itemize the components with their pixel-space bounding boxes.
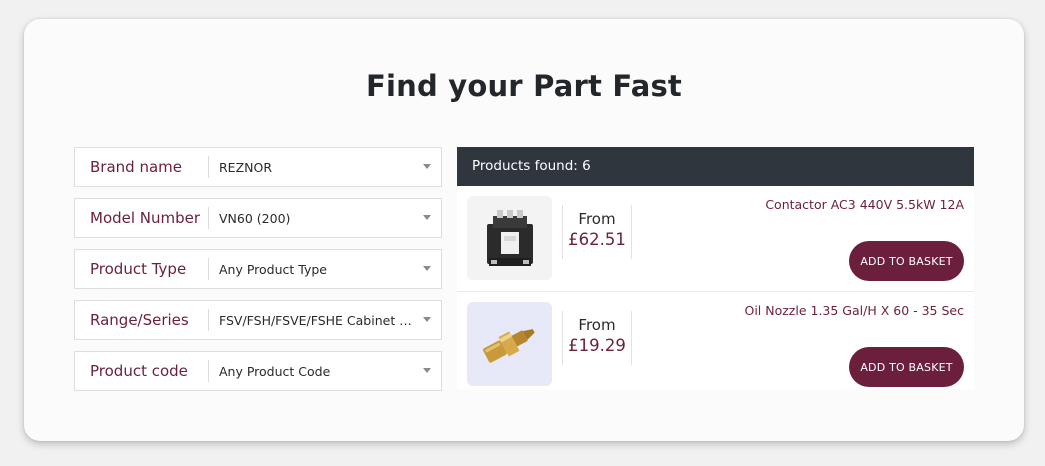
- filter-panel: Brand name REZNOR Model Number VN60 (200…: [74, 147, 442, 402]
- price-from-label: From: [578, 210, 616, 228]
- filter-value: FSV/FSH/FSVE/FSHE Cabinet He...: [219, 312, 415, 328]
- price-block: From £62.51: [562, 205, 632, 259]
- price-from-label: From: [578, 316, 616, 334]
- results-panel: Products found: 6 From £62.51 Contactor …: [457, 147, 974, 389]
- filter-label: Brand name: [90, 158, 182, 176]
- filter-value: Any Product Type: [219, 261, 327, 277]
- filter-value: Any Product Code: [219, 363, 331, 379]
- product-name-link[interactable]: Contactor AC3 440V 5.5kW 12A: [765, 197, 964, 212]
- chevron-down-icon[interactable]: [423, 368, 431, 373]
- chevron-down-icon[interactable]: [423, 317, 431, 322]
- product-card: From £19.29 Oil Nozzle 1.35 Gal/H X 60 -…: [457, 292, 974, 389]
- price-value: £19.29: [568, 336, 626, 355]
- add-to-basket-button[interactable]: ADD TO BASKET: [849, 347, 964, 387]
- filter-label: Product Type: [90, 260, 187, 278]
- brand-name-select[interactable]: Brand name REZNOR: [74, 147, 442, 187]
- chevron-down-icon[interactable]: [423, 266, 431, 271]
- contactor-icon: [467, 196, 552, 280]
- contactor-image[interactable]: [467, 196, 552, 280]
- model-number-select[interactable]: Model Number VN60 (200): [74, 198, 442, 238]
- filter-value: VN60 (200): [219, 210, 291, 226]
- chevron-down-icon[interactable]: [423, 164, 431, 169]
- page-title: Find your Part Fast: [365, 69, 683, 103]
- add-to-basket-button[interactable]: ADD TO BASKET: [849, 241, 964, 281]
- product-card: From £62.51 Contactor AC3 440V 5.5kW 12A…: [457, 186, 974, 292]
- results-count: Products found: 6: [457, 147, 974, 186]
- nozzle-icon: [467, 302, 552, 386]
- filter-label: Model Number: [90, 209, 201, 227]
- filter-value: REZNOR: [219, 159, 273, 175]
- price-value: £62.51: [568, 230, 626, 249]
- product-code-select[interactable]: Product code Any Product Code: [74, 351, 442, 391]
- price-block: From £19.29: [562, 311, 632, 365]
- product-type-select[interactable]: Product Type Any Product Type: [74, 249, 442, 289]
- oil-nozzle-image[interactable]: [467, 302, 552, 386]
- product-name-link[interactable]: Oil Nozzle 1.35 Gal/H X 60 - 35 Sec: [744, 303, 964, 318]
- range-series-select[interactable]: Range/Series FSV/FSH/FSVE/FSHE Cabinet H…: [74, 300, 442, 340]
- part-finder-card: Find your Part Fast Brand name REZNOR Mo…: [24, 19, 1024, 441]
- filter-label: Product code: [90, 362, 188, 380]
- filter-label: Range/Series: [90, 311, 189, 329]
- chevron-down-icon[interactable]: [423, 215, 431, 220]
